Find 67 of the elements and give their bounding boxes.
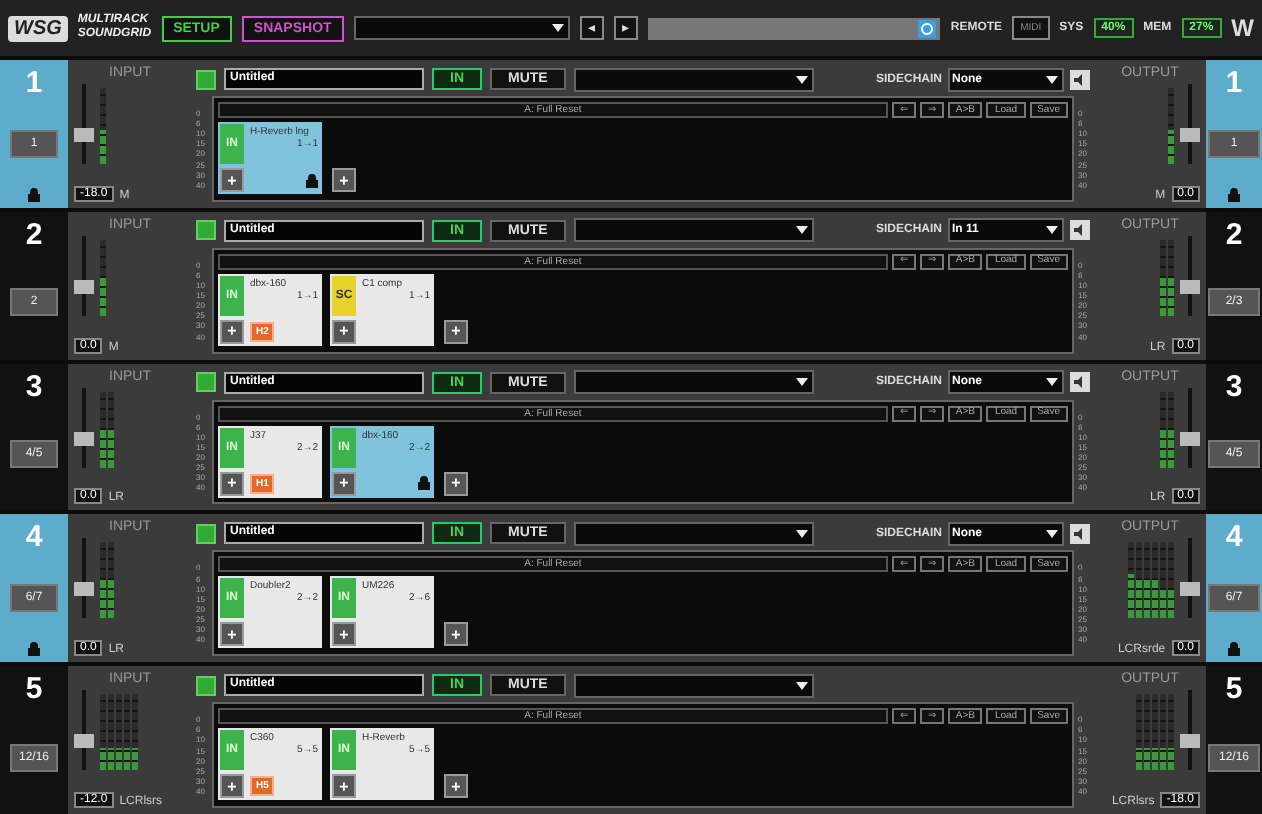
fader-drawing: [74, 387, 94, 468]
caret-icon: [793, 222, 810, 239]
dropdown[interactable]: [573, 67, 814, 91]
rack-number: 5: [1225, 672, 1243, 707]
power-button[interactable]: [196, 675, 216, 696]
logo: WSG: [8, 15, 68, 41]
brand-logo: W: [1231, 14, 1254, 42]
caret-icon: [793, 677, 810, 694]
lock-icon: [306, 173, 318, 187]
lock-icon: [1228, 187, 1240, 202]
add-button[interactable]: +: [332, 622, 356, 647]
caret-icon: [793, 71, 810, 87]
caret-icon: [1044, 222, 1060, 239]
add-button[interactable]: +: [220, 168, 244, 192]
rack-number: 2: [1225, 217, 1243, 252]
speaker-icon[interactable]: [1070, 69, 1090, 89]
rack-number: 1: [1225, 66, 1243, 100]
rack-number: 3: [1225, 369, 1243, 404]
rack-number: 4: [1225, 520, 1243, 555]
fader-drawing: [74, 538, 94, 619]
fader-drawing: [1180, 84, 1200, 164]
caret-icon: [549, 20, 566, 36]
add-button[interactable]: +: [332, 471, 356, 496]
speaker-icon[interactable]: [1070, 372, 1090, 393]
caret-icon: [793, 374, 810, 391]
add-button[interactable]: +: [220, 471, 244, 496]
power-button[interactable]: [196, 220, 216, 241]
dropdown[interactable]: [573, 370, 814, 395]
add-button[interactable]: +: [332, 168, 356, 192]
rack-number: 2: [25, 217, 43, 252]
power-button[interactable]: [196, 372, 216, 393]
fader-drawing: [1180, 235, 1200, 316]
lock-icon: [1228, 642, 1240, 657]
snapshot-dropdown[interactable]: [353, 16, 570, 40]
dropdown[interactable]: [573, 673, 814, 698]
add-button[interactable]: +: [220, 622, 244, 647]
add-button[interactable]: +: [444, 774, 468, 799]
dropdown[interactable]: [573, 521, 814, 546]
power-button[interactable]: [196, 523, 216, 544]
rack-number: 4: [25, 520, 43, 555]
lock-icon: [28, 187, 40, 202]
fader-drawing: [1180, 690, 1200, 771]
caret-icon: [793, 525, 810, 542]
fader-drawing: [1180, 538, 1200, 619]
rack-number: 1: [25, 66, 43, 100]
add-button[interactable]: +: [444, 471, 468, 496]
fader-drawing: [1180, 387, 1200, 468]
add-button[interactable]: +: [332, 319, 356, 344]
fader-drawing: [74, 84, 94, 164]
speaker-icon[interactable]: [1070, 220, 1090, 241]
add-button[interactable]: +: [332, 774, 356, 799]
caret-icon: [1044, 525, 1060, 542]
caret-icon: [1044, 71, 1060, 87]
rack-number: 5: [25, 672, 43, 707]
caret-icon: [1044, 374, 1060, 391]
lock-icon: [28, 642, 40, 657]
power-button[interactable]: [196, 69, 216, 89]
add-button[interactable]: +: [444, 319, 468, 344]
fader-drawing: [74, 690, 94, 771]
speaker-icon[interactable]: [1070, 523, 1090, 544]
add-button[interactable]: +: [220, 319, 244, 344]
fader-drawing: [74, 235, 94, 316]
add-button[interactable]: +: [444, 622, 468, 647]
dropdown[interactable]: [573, 218, 814, 243]
rack-number: 3: [25, 369, 43, 404]
lock-icon: [418, 476, 430, 491]
add-button[interactable]: +: [220, 774, 244, 799]
